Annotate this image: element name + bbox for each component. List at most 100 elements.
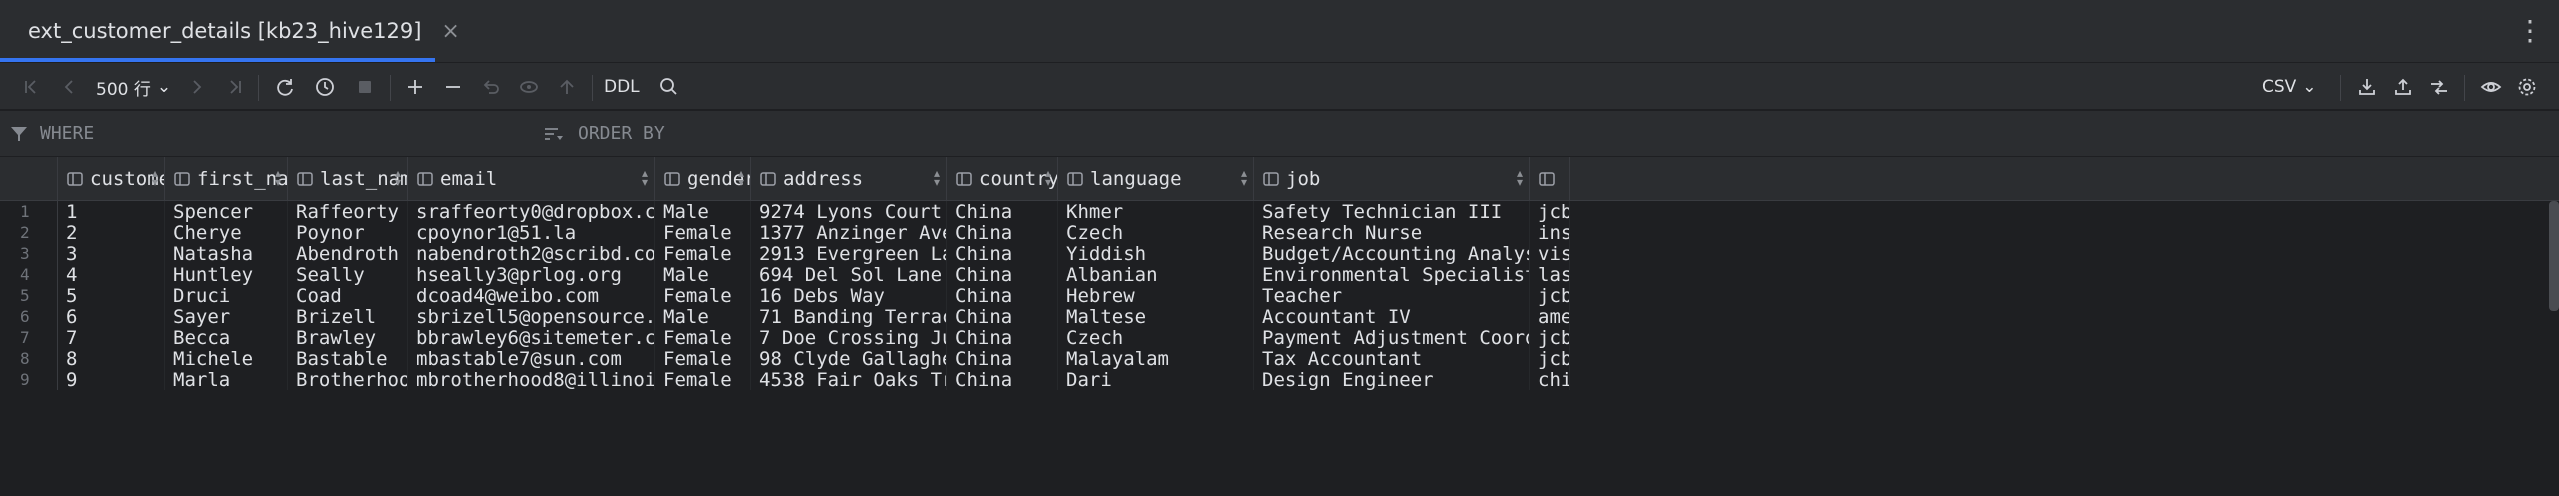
table-cell-address[interactable]: 2913 Evergreen Lane [751,243,947,264]
gear-icon[interactable] [2510,70,2544,104]
table-cell-email[interactable]: sbrizell5@opensource.org [408,306,655,327]
sort-arrows-icon[interactable]: ▴ ▾ [1241,167,1247,188]
table-cell-gender[interactable]: Female [655,348,751,369]
delete-row-icon[interactable] [436,70,470,104]
table-row[interactable]: 66SayerBrizellsbrizell5@opensource.orgMa… [0,306,2559,327]
refresh-icon[interactable] [268,70,302,104]
column-header-customer_id[interactable]: customer_id▴▾ [58,157,165,201]
search-icon[interactable] [652,70,686,104]
sort-arrows-icon[interactable]: ▴ ▾ [1045,167,1051,188]
table-cell-email[interactable]: sraffeorty0@dropbox.com [408,201,655,222]
table-cell-language[interactable]: Albanian [1058,264,1254,285]
table-cell-address[interactable]: 4538 Fair Oaks Trail [751,369,947,390]
table-cell-job[interactable]: Accountant IV [1254,306,1530,327]
table-cell-address[interactable]: 16 Debs Way [751,285,947,306]
table-cell-first_name[interactable]: Michele [165,348,288,369]
column-header-language[interactable]: language ▴ ▾ [1058,157,1254,201]
table-cell-email[interactable]: hseally3@prlog.org [408,264,655,285]
table-cell-gender[interactable]: Female [655,222,751,243]
export-format-selector[interactable]: CSV ⌄ [2262,70,2317,104]
stop-icon[interactable] [348,70,382,104]
table-cell-customer_id[interactable]: 3 [58,243,165,264]
table-cell-truncated[interactable]: jcb [1530,327,1570,348]
table-cell-email[interactable]: nabendroth2@scribd.com [408,243,655,264]
table-cell-country[interactable]: China [947,243,1058,264]
table-cell-email[interactable]: bbrawley6@sitemeter.com [408,327,655,348]
table-cell-address[interactable]: 7 Doe Crossing Junction [751,327,947,348]
table-cell-customer_id[interactable]: 6 [58,306,165,327]
sort-icon[interactable] [542,123,564,145]
table-cell-customer_id[interactable]: 5 [58,285,165,306]
sort-arrows-icon[interactable]: ▴ ▾ [152,167,158,188]
undo-icon[interactable] [474,70,508,104]
eye-icon[interactable] [2474,70,2508,104]
table-cell-job[interactable]: Safety Technician III [1254,201,1530,222]
table-cell-gender[interactable]: Female [655,243,751,264]
next-page-icon[interactable] [180,70,214,104]
table-cell-job[interactable]: Payment Adjustment Coordinator [1254,327,1530,348]
sort-arrows-icon[interactable]: ▴ ▾ [738,167,744,188]
table-row[interactable]: 2 2 Cherye Poynor cpoynor1@51.la Female 1377 A… [0,222,2559,243]
table-cell-gender[interactable]: Male [655,201,751,222]
table-cell-email[interactable]: dcoad4@weibo.com [408,285,655,306]
column-header-email[interactable]: email ▴ ▾ [408,157,655,201]
table-cell-gender[interactable]: Female [655,285,751,306]
table-cell-country[interactable]: China [947,327,1058,348]
table-cell-address[interactable]: 9274 Lyons Court [751,201,947,222]
table-cell-gender[interactable]: Male [655,306,751,327]
table-cell-country[interactable]: China [947,222,1058,243]
close-icon[interactable]: × [441,19,459,44]
table-cell-country[interactable]: China [947,369,1058,390]
table-cell-email[interactable]: mbrotherhood8@illinois.edu [408,369,655,390]
table-cell-first_name[interactable]: Spencer [165,201,288,222]
sort-arrows-icon[interactable]: ▴ ▾ [395,167,401,188]
table-cell-truncated[interactable]: jcb [1530,285,1570,306]
table-cell-gender[interactable]: Female [655,327,751,348]
table-cell-truncated[interactable]: ame [1530,306,1570,327]
table-cell-gender[interactable]: Female [655,369,751,390]
submit-icon[interactable] [550,70,584,104]
last-page-icon[interactable] [218,70,252,104]
previous-page-icon[interactable] [52,70,86,104]
table-cell-address[interactable]: 98 Clyde Gallagher Pass [751,348,947,369]
upload-icon[interactable] [2386,70,2420,104]
table-cell-last_name[interactable]: Brizell [288,306,408,327]
table-cell-truncated[interactable]: vis [1530,243,1570,264]
table-cell-gender[interactable]: Male [655,264,751,285]
table-cell-language[interactable]: Khmer [1058,201,1254,222]
order-by-input[interactable]: ORDER BY [578,123,665,144]
table-cell-first_name[interactable]: Huntley [165,264,288,285]
table-cell-first_name[interactable]: Becca [165,327,288,348]
table-cell-language[interactable]: Yiddish [1058,243,1254,264]
add-row-icon[interactable] [398,70,432,104]
table-row[interactable]: 8 8 Michele Bastable mbastable7@sun.com Femal… [0,348,2559,369]
column-header-truncated[interactable] [1530,157,1570,201]
table-cell-truncated[interactable]: jcb [1530,348,1570,369]
sort-arrows-icon[interactable]: ▴ ▾ [275,167,281,188]
table-cell-email[interactable]: mbastable7@sun.com [408,348,655,369]
table-cell-country[interactable]: China [947,285,1058,306]
ddl-button[interactable]: DDL [604,70,640,104]
first-page-icon[interactable] [14,70,48,104]
preview-changes-icon[interactable] [512,70,546,104]
sort-arrows-icon[interactable]: ▴ ▾ [642,167,648,188]
table-row[interactable]: 5 5 Druci Coad dcoad4@weibo.com Female 16 Debs… [0,285,2559,306]
table-cell-country[interactable]: China [947,201,1058,222]
table-cell-language[interactable]: Czech [1058,222,1254,243]
page-size-selector[interactable]: 500 行 ⌄ [96,70,171,104]
table-cell-customer_id[interactable]: 7 [58,327,165,348]
table-cell-truncated[interactable]: chi [1530,369,1570,390]
table-cell-language[interactable]: Dari [1058,369,1254,390]
table-cell-last_name[interactable]: Brawley [288,327,408,348]
table-cell-email[interactable]: cpoynor1@51.la [408,222,655,243]
table-cell-first_name[interactable]: Druci [165,285,288,306]
history-clock-icon[interactable] [308,70,342,104]
table-cell-address[interactable]: 1377 Anzinger Avenue [751,222,947,243]
table-row[interactable]: 7 7 Becca Brawley bbrawley6@sitemeter.com Fem… [0,327,2559,348]
table-cell-address[interactable]: 694 Del Sol Lane [751,264,947,285]
table-cell-truncated[interactable]: ins [1530,222,1570,243]
table-row[interactable]: 1 1 Spencer Raffeorty sraffeorty0@dropbox.co… [0,201,2559,222]
table-cell-country[interactable]: China [947,348,1058,369]
table-row[interactable]: 99MarlaBrotherhoodmbrotherhood8@illinois… [0,369,2559,390]
table-cell-last_name[interactable]: Poynor [288,222,408,243]
